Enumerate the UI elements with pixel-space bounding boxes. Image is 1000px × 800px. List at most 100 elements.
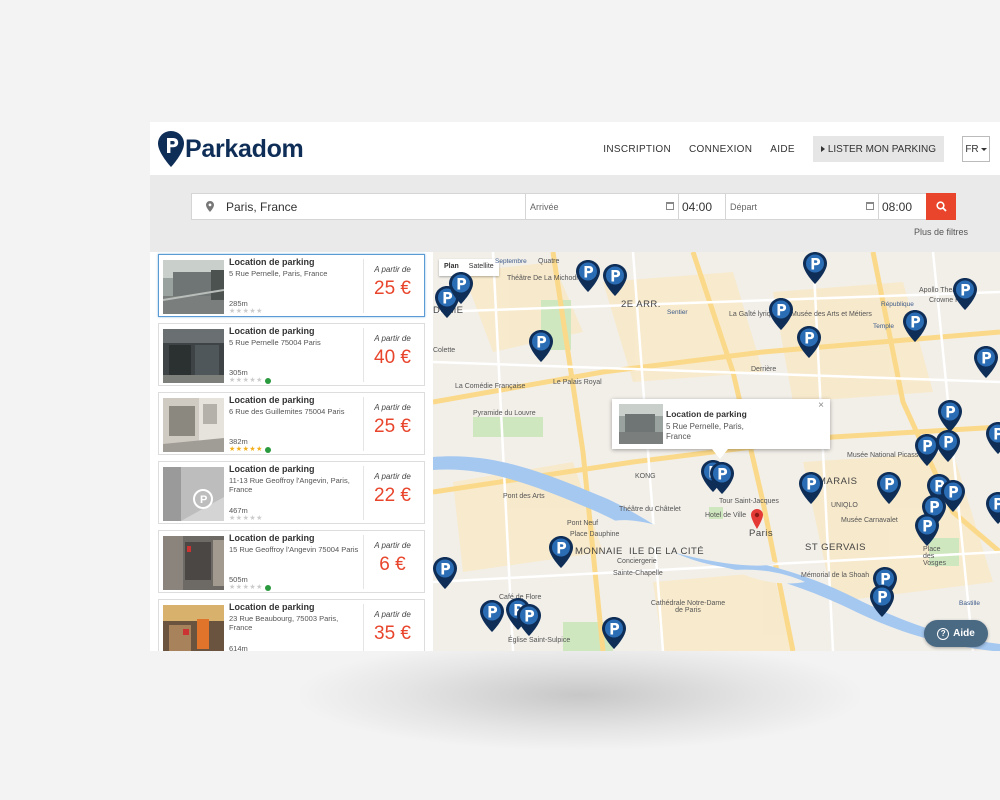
- listing-info: Location de parking 11-13 Rue Geoffroy l…: [229, 464, 363, 522]
- map-label-shoah: Mémorial de la Shoah: [801, 572, 870, 579]
- parking-marker-icon[interactable]: [974, 346, 998, 378]
- parking-marker-icon[interactable]: [576, 260, 600, 292]
- listing-address: 11-13 Rue Geoffroy l'Angevin, Paris, Fra…: [229, 476, 350, 494]
- more-filters-link[interactable]: Plus de filtres: [914, 227, 968, 237]
- help-button[interactable]: ? Aide: [924, 620, 988, 647]
- nav-inscription-link[interactable]: INSCRIPTION: [603, 144, 671, 155]
- results-list: Location de parking 5 Rue Pernelle, Pari…: [150, 252, 433, 651]
- list-my-parking-button[interactable]: LISTER MON PARKING: [812, 136, 944, 162]
- parking-marker-icon[interactable]: [870, 585, 894, 617]
- search-button[interactable]: [926, 193, 956, 220]
- map-label-paris: Paris: [749, 528, 774, 539]
- parking-marker-icon[interactable]: [799, 472, 823, 504]
- parking-marker-icon[interactable]: [986, 492, 1000, 524]
- parking-marker-icon[interactable]: [602, 617, 626, 649]
- parking-marker-icon[interactable]: [529, 330, 553, 362]
- parking-marker-icon[interactable]: [449, 272, 473, 304]
- map-label-st-gervais: ST GERVAIS: [805, 542, 866, 553]
- star-icon: ★: [235, 308, 243, 315]
- popup-tail: [712, 449, 728, 459]
- triangle-right-icon: [820, 146, 825, 152]
- listing-card[interactable]: P Location de parking 11-13 Rue Geoffroy…: [158, 461, 425, 524]
- arrival-date-field[interactable]: Arrivée: [526, 194, 679, 219]
- listing-card[interactable]: Location de parking 5 Rue Pernelle, Pari…: [158, 254, 425, 317]
- listing-card[interactable]: Location de parking 23 Rue Beaubourg, 75…: [158, 599, 425, 651]
- listing-address: 23 Rue Beaubourg, 75003 Paris, France: [229, 614, 339, 632]
- star-icon: ★: [249, 308, 256, 315]
- arrival-time-field[interactable]: 04:00: [679, 194, 726, 219]
- map-label-monnaie: MONNAIE: [575, 546, 623, 557]
- popup-address: 5 Rue Pernelle, Paris, France: [666, 422, 744, 441]
- departure-label: Départ: [730, 201, 758, 212]
- map-label-picasso: Musée National Picasso: [847, 452, 923, 459]
- parking-marker-icon[interactable]: [710, 462, 734, 494]
- listing-price: 25 €: [374, 278, 411, 299]
- star-icon: ★: [256, 377, 263, 384]
- parking-marker-icon[interactable]: [603, 264, 627, 296]
- parking-marker-icon[interactable]: [803, 252, 827, 284]
- page-shadow: [300, 640, 860, 750]
- question-icon: ?: [937, 627, 950, 640]
- location-input[interactable]: [226, 199, 516, 214]
- listing-photo: [163, 398, 224, 452]
- arrival-label: Arrivée: [530, 201, 559, 212]
- star-icon: ★: [235, 377, 243, 384]
- parking-marker-icon[interactable]: [953, 278, 977, 310]
- listing-title: Location de parking: [229, 395, 315, 405]
- parking-marker-icon[interactable]: [769, 298, 793, 330]
- map-view[interactable]: Plan Satellite Paris MARAIS ST GERVAIS M…: [433, 252, 1000, 651]
- language-selector[interactable]: FR: [962, 136, 990, 162]
- location-field: [192, 194, 526, 219]
- parking-marker-icon[interactable]: [986, 422, 1000, 454]
- map-info-popup[interactable]: Location de parking 5 Rue Pernelle, Pari…: [612, 399, 830, 459]
- listing-card[interactable]: Location de parking 15 Rue Geoffroy l'An…: [158, 530, 425, 593]
- location-pin-icon: [206, 201, 214, 212]
- from-label: A partir de: [374, 265, 411, 274]
- logo-pin-icon: [158, 131, 184, 167]
- map-label-hotel-ville: Hotel de Ville: [705, 512, 747, 519]
- departure-date-field[interactable]: Départ: [726, 194, 879, 219]
- map-label-pont-arts: Pont des Arts: [503, 493, 545, 500]
- star-icon: ★: [256, 515, 263, 522]
- map-label-notre-dame: Cathédrale Notre-Dame de Paris: [650, 600, 726, 614]
- listing-title: Location de parking: [229, 326, 315, 336]
- map-label-tour-st-jacques: Tour Saint-Jacques: [719, 498, 779, 505]
- parking-marker-icon[interactable]: [936, 430, 960, 462]
- listing-distance: 505m: [229, 575, 248, 584]
- star-icon: ★: [229, 584, 236, 591]
- nav-connexion-link[interactable]: CONNEXION: [689, 144, 752, 155]
- parking-marker-icon[interactable]: [549, 536, 573, 568]
- nav-aide-link[interactable]: AIDE: [770, 144, 795, 155]
- listing-card[interactable]: Location de parking 6 Rue des Guillemite…: [158, 392, 425, 455]
- map-label-place-dauphine: Place Dauphine: [570, 531, 620, 538]
- parking-marker-icon[interactable]: [517, 604, 541, 636]
- parking-marker-icon[interactable]: [433, 557, 457, 589]
- parking-marker-icon[interactable]: [903, 310, 927, 342]
- parking-marker-icon[interactable]: [938, 400, 962, 432]
- caret-down-icon: [980, 147, 987, 151]
- from-label: A partir de: [374, 610, 411, 619]
- map-label-bastille: Bastille: [959, 600, 980, 607]
- listing-distance: 305m: [229, 368, 248, 377]
- calendar-icon: [666, 202, 674, 210]
- parking-marker-icon[interactable]: [480, 600, 504, 632]
- listing-title: Location de parking: [229, 464, 315, 474]
- price-box: A partir de 6 €: [363, 535, 421, 589]
- listing-info: Location de parking 15 Rue Geoffroy l'An…: [229, 533, 363, 591]
- logo[interactable]: Parkadom: [158, 130, 304, 168]
- map-label-septembre: Septembre: [495, 258, 527, 265]
- listing-card[interactable]: Location de parking 5 Rue Pernelle 75004…: [158, 323, 425, 386]
- rating-stars: ★ ★ ★ ★ ★: [229, 377, 271, 384]
- parking-marker-icon[interactable]: [797, 326, 821, 358]
- from-label: A partir de: [374, 472, 411, 481]
- parking-marker-icon[interactable]: [915, 514, 939, 546]
- listing-price: 35 €: [374, 623, 411, 644]
- parking-marker-icon[interactable]: [877, 472, 901, 504]
- departure-time-field[interactable]: 08:00: [879, 194, 926, 219]
- price-box: A partir de 25 €: [363, 397, 421, 451]
- map-label-conciergerie: Conciergerie: [617, 558, 657, 565]
- map-label-uniqlo: UNIQLO: [831, 502, 858, 509]
- star-icon: ★: [229, 515, 236, 522]
- star-icon: ★: [235, 584, 243, 591]
- close-icon[interactable]: ×: [818, 400, 824, 411]
